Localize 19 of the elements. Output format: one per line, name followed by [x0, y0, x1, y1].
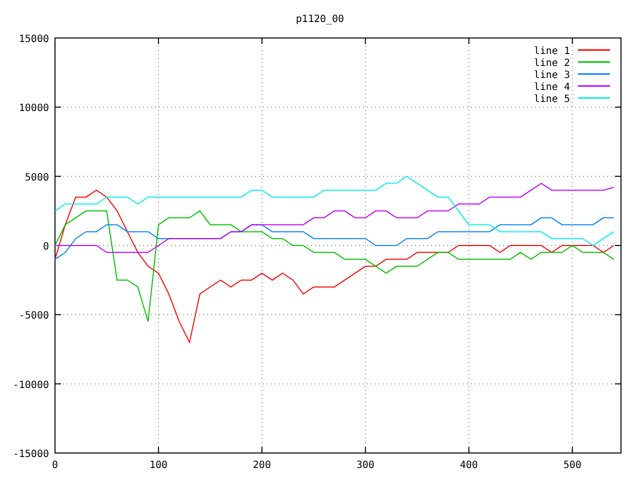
legend-label: line 2 [534, 58, 570, 69]
legend-label: line 1 [534, 46, 570, 57]
y-tick-label: 10000 [18, 103, 49, 114]
y-tick-label: 5000 [24, 172, 49, 184]
legend-label: line 4 [534, 82, 570, 93]
y-tick-label: -15000 [12, 449, 49, 460]
x-tick-label: 300 [356, 460, 374, 471]
x-tick-label: 400 [460, 460, 478, 471]
legend-label: line 3 [534, 70, 570, 81]
chart-title: p1120_00 [296, 14, 344, 25]
y-tick-label: 15000 [18, 34, 49, 45]
y-tick-label: 0 [42, 242, 49, 252]
x-tick-label: 100 [149, 460, 168, 471]
legend-label: line 5 [534, 94, 570, 105]
y-tick-label: -10000 [12, 380, 49, 391]
y-tick-label: -5000 [18, 310, 49, 322]
x-tick-label: 500 [563, 460, 582, 471]
x-tick-label: 0 [52, 460, 58, 471]
x-tick-label: 200 [252, 460, 271, 471]
